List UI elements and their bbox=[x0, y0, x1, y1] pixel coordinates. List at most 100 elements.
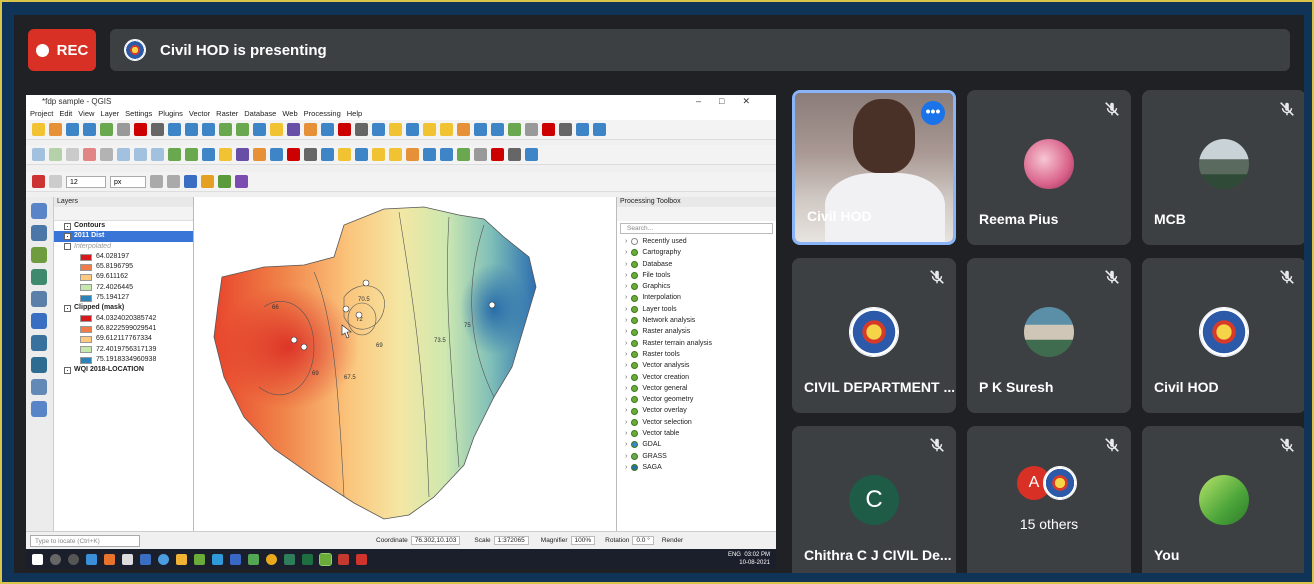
menu-item-layer[interactable]: Layer bbox=[100, 109, 119, 118]
toolbar-tool-icon[interactable] bbox=[83, 148, 96, 161]
toolbar-tool-icon[interactable] bbox=[134, 123, 147, 136]
toolbar-tool-icon[interactable] bbox=[474, 123, 487, 136]
toolbar-tool-icon[interactable] bbox=[83, 123, 96, 136]
toolbar-tool-icon[interactable] bbox=[32, 148, 45, 161]
toolbar-tool-icon[interactable] bbox=[270, 148, 283, 161]
toolbar-tool-icon[interactable] bbox=[134, 148, 147, 161]
toolbar-tool-icon[interactable] bbox=[406, 148, 419, 161]
toolbox-item[interactable]: › Layer tools bbox=[617, 304, 776, 315]
toolbar-tool-icon[interactable] bbox=[253, 148, 266, 161]
windows-start-icon[interactable] bbox=[32, 553, 43, 565]
toolbar-tool-icon[interactable] bbox=[593, 123, 606, 136]
layer-item[interactable]: 75.194127 bbox=[54, 293, 193, 303]
participant-tile[interactable]: C Chithra C J CIVIL De... bbox=[792, 426, 956, 573]
add-wms-icon[interactable] bbox=[31, 291, 47, 307]
layer-visibility-checkbox[interactable] bbox=[64, 305, 71, 313]
remove-icon[interactable] bbox=[167, 175, 180, 188]
filter-icon[interactable] bbox=[150, 175, 163, 188]
toolbar-tool-icon[interactable] bbox=[508, 148, 521, 161]
menu-item-web[interactable]: Web bbox=[282, 109, 297, 118]
toolbar-tool-icon[interactable] bbox=[270, 123, 283, 136]
clock-time[interactable]: 03:02 PM bbox=[744, 552, 770, 558]
toolbox-item[interactable]: › Graphics bbox=[617, 281, 776, 292]
toolbox-item[interactable]: › SAGA bbox=[617, 462, 776, 473]
sample-point[interactable] bbox=[355, 311, 363, 319]
toolbox-item[interactable]: › Raster terrain analysis bbox=[617, 338, 776, 349]
toolbox-item[interactable]: › GRASS bbox=[617, 451, 776, 462]
expand-arrow-icon[interactable]: › bbox=[625, 451, 627, 462]
toolbox-item[interactable]: › Database bbox=[617, 259, 776, 270]
menu-item-vector[interactable]: Vector bbox=[189, 109, 210, 118]
layer-visibility-checkbox[interactable] bbox=[64, 222, 71, 230]
firefox-icon[interactable] bbox=[104, 553, 115, 565]
toolbar-tool-icon[interactable] bbox=[321, 148, 334, 161]
layer-item[interactable]: WQI 2018-LOCATION bbox=[54, 365, 193, 375]
app-icon[interactable] bbox=[176, 553, 187, 565]
toolbar-tool-icon[interactable] bbox=[304, 148, 317, 161]
add-delimited-icon[interactable] bbox=[31, 379, 47, 395]
toolbar-tool-icon[interactable] bbox=[389, 123, 402, 136]
toolbox-item[interactable]: › Network analysis bbox=[617, 315, 776, 326]
toolbox-item[interactable]: › Vector selection bbox=[617, 417, 776, 428]
toolbar-tool-icon[interactable] bbox=[576, 123, 589, 136]
participant-tile[interactable]: A 15 others bbox=[967, 426, 1131, 573]
expand-arrow-icon[interactable]: › bbox=[625, 236, 627, 247]
acrobat-icon[interactable] bbox=[338, 553, 349, 565]
participant-tile[interactable]: Reema Pius bbox=[967, 90, 1131, 245]
toolbar-tool-icon[interactable] bbox=[559, 123, 572, 136]
menu-item-project[interactable]: Project bbox=[30, 109, 53, 118]
toolbar-tool-icon[interactable] bbox=[185, 148, 198, 161]
excel-icon[interactable] bbox=[302, 553, 313, 565]
layer-item[interactable]: 2011 Dist bbox=[54, 231, 193, 242]
style-icon[interactable] bbox=[184, 175, 197, 188]
layer-item[interactable]: 69.612117767334 bbox=[54, 334, 193, 344]
toolbar-tool-icon[interactable] bbox=[508, 123, 521, 136]
toolbox-item[interactable]: › Raster tools bbox=[617, 349, 776, 360]
expand-arrow-icon[interactable]: › bbox=[625, 428, 627, 439]
toolbar-tool-icon[interactable] bbox=[185, 123, 198, 136]
toolbar-tool-icon[interactable] bbox=[372, 148, 385, 161]
toolbar-tool-icon[interactable] bbox=[168, 148, 181, 161]
toolbar-tool-icon[interactable] bbox=[219, 148, 232, 161]
expand-arrow-icon[interactable]: › bbox=[625, 304, 627, 315]
add-postgis-icon[interactable] bbox=[31, 247, 47, 263]
toolbar-tool-icon[interactable] bbox=[100, 148, 113, 161]
menu-item-plugins[interactable]: Plugins bbox=[158, 109, 183, 118]
expand-arrow-icon[interactable]: › bbox=[625, 405, 627, 416]
excel-icon[interactable] bbox=[284, 553, 295, 565]
layer-item[interactable]: 66.8222599029541 bbox=[54, 324, 193, 334]
add-wcs-icon[interactable] bbox=[31, 313, 47, 329]
locator-input[interactable]: Type to locate (Ctrl+K) bbox=[30, 534, 140, 547]
toolbar-tool-icon[interactable] bbox=[457, 123, 470, 136]
window-controls[interactable]: –□✕ bbox=[696, 95, 768, 108]
menu-item-view[interactable]: View bbox=[78, 109, 94, 118]
layer-item[interactable]: 64.0324020385742 bbox=[54, 314, 193, 324]
more-options-icon[interactable]: ••• bbox=[921, 101, 945, 125]
qgis-active-icon[interactable] bbox=[319, 552, 332, 566]
app-icon[interactable] bbox=[356, 553, 367, 565]
sample-point[interactable] bbox=[300, 343, 308, 351]
sample-point[interactable] bbox=[342, 305, 350, 313]
size-input[interactable]: 12 bbox=[66, 175, 106, 188]
expand-arrow-icon[interactable]: › bbox=[625, 259, 627, 270]
participant-tile[interactable]: CIVIL DEPARTMENT ... bbox=[792, 258, 956, 413]
expand-arrow-icon[interactable]: › bbox=[625, 292, 627, 303]
expand-arrow-icon[interactable]: › bbox=[625, 270, 627, 281]
toolbar-tool-icon[interactable] bbox=[491, 148, 504, 161]
language-indicator[interactable]: ENG bbox=[728, 552, 741, 558]
expand-arrow-icon[interactable]: › bbox=[625, 360, 627, 371]
digitize-icon[interactable] bbox=[32, 175, 45, 188]
toolbar-tool-icon[interactable] bbox=[151, 148, 164, 161]
scale-value[interactable]: 1:372065 bbox=[493, 536, 529, 545]
add-virtual-layer-icon[interactable] bbox=[31, 401, 47, 417]
toolbar-tool-icon[interactable] bbox=[151, 123, 164, 136]
toolbar-tool-icon[interactable] bbox=[236, 148, 249, 161]
layer-visibility-checkbox[interactable] bbox=[64, 243, 71, 251]
toolbar-tool-icon[interactable] bbox=[202, 123, 215, 136]
expand-arrow-icon[interactable]: › bbox=[625, 417, 627, 428]
task-view-icon[interactable] bbox=[68, 553, 79, 565]
toolbox-item[interactable]: › Interpolation bbox=[617, 292, 776, 303]
expand-arrow-icon[interactable]: › bbox=[625, 394, 627, 405]
add-spatialite-icon[interactable] bbox=[31, 269, 47, 285]
sample-point[interactable] bbox=[488, 301, 496, 309]
